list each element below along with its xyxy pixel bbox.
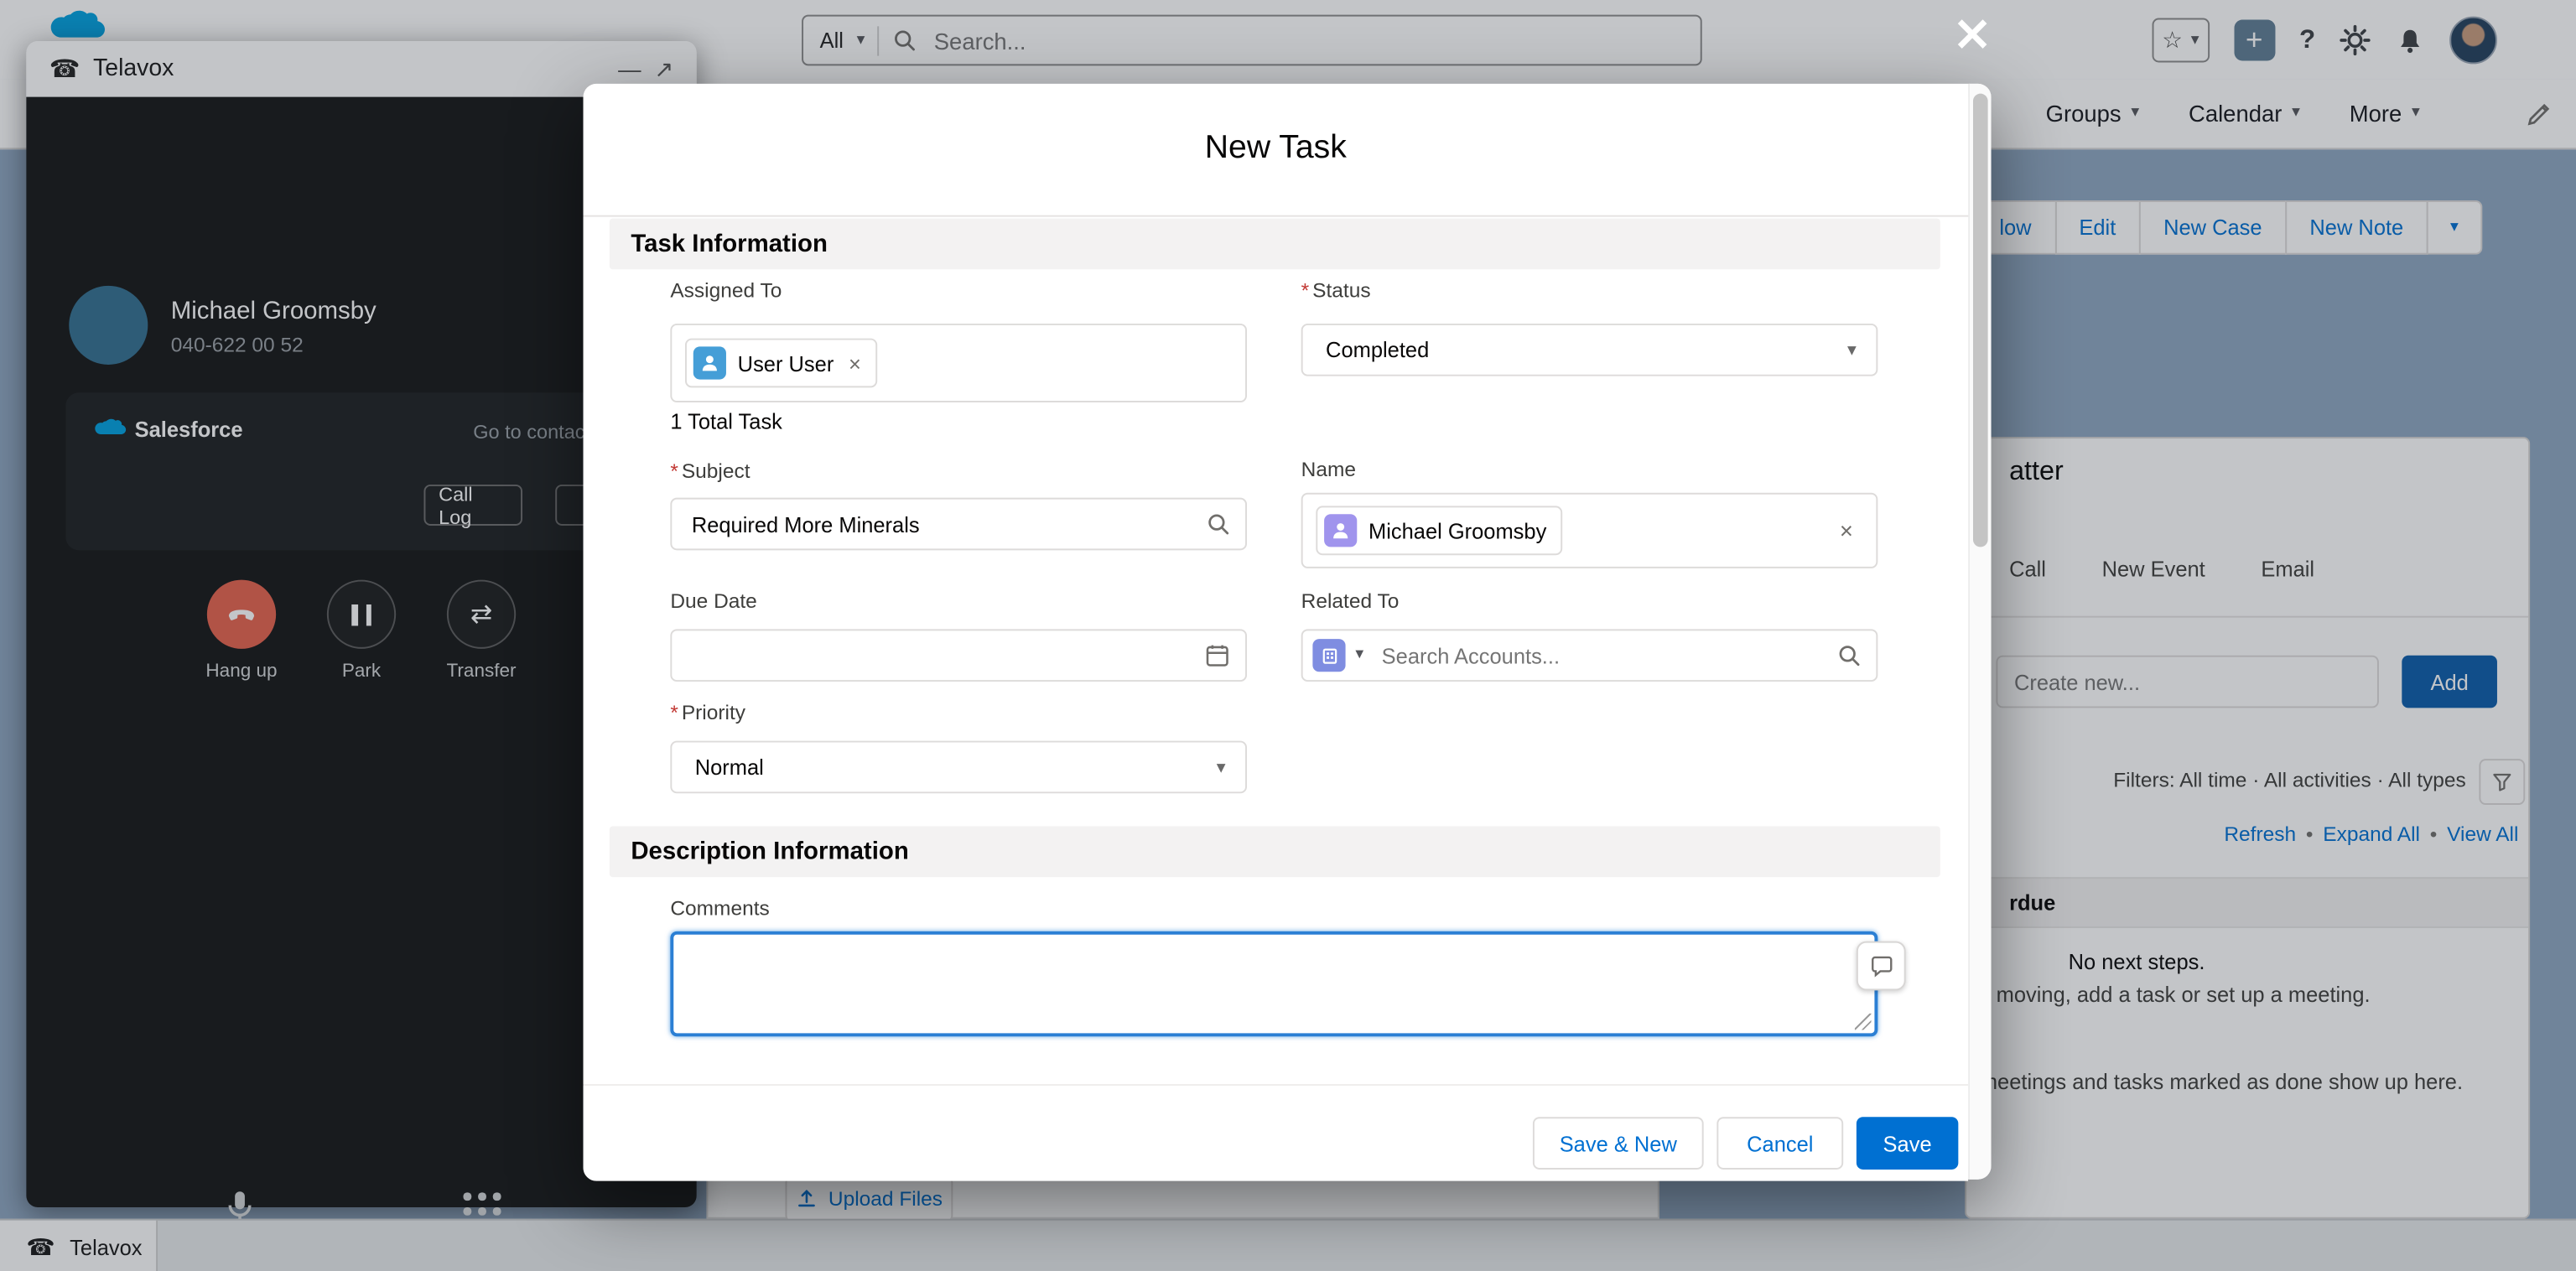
due-date-label: Due Date bbox=[670, 589, 756, 612]
chevron-down-icon: ▾ bbox=[1847, 340, 1857, 361]
assigned-to-field[interactable]: User User × bbox=[670, 324, 1247, 402]
speech-bubble-icon bbox=[1869, 953, 1893, 978]
save-button[interactable]: Save bbox=[1857, 1117, 1958, 1170]
modal-scrollbar[interactable] bbox=[1968, 84, 1991, 1180]
new-task-modal: New Task Task Information Assigned To Us… bbox=[584, 84, 1992, 1180]
save-label: Save bbox=[1883, 1131, 1932, 1155]
subject-lookup-icon[interactable] bbox=[1206, 511, 1230, 536]
calendar-icon[interactable] bbox=[1204, 642, 1230, 668]
contact-icon bbox=[1324, 514, 1357, 547]
salesforce-app: All ▾ ☆ ▾ + ? bbox=[0, 0, 2576, 1271]
modal-footer: Save & New Cancel Save bbox=[584, 1084, 1969, 1181]
related-to-search-icon[interactable] bbox=[1836, 643, 1861, 667]
related-to-label: Related To bbox=[1301, 589, 1400, 612]
name-label: Name bbox=[1301, 459, 1356, 481]
modal-close-button[interactable]: × bbox=[1952, 10, 1993, 60]
resize-handle[interactable] bbox=[1855, 1014, 1872, 1030]
status-value: Completed bbox=[1326, 338, 1429, 362]
task-information-section-header: Task Information bbox=[610, 219, 1940, 270]
remove-pill-icon[interactable]: × bbox=[849, 350, 861, 375]
section-label: Description Information bbox=[631, 838, 908, 865]
name-pill-label: Michael Groomsby bbox=[1368, 518, 1546, 542]
priority-value: Normal bbox=[695, 755, 764, 779]
modal-title: New Task bbox=[584, 130, 1969, 168]
subject-field[interactable] bbox=[670, 498, 1247, 551]
assigned-to-pill[interactable]: User User × bbox=[685, 339, 877, 388]
save-and-new-button[interactable]: Save & New bbox=[1533, 1117, 1704, 1170]
comments-label: Comments bbox=[670, 897, 769, 920]
status-select[interactable]: Completed ▾ bbox=[1301, 324, 1878, 376]
section-label: Task Information bbox=[631, 230, 828, 257]
required-asterisk: * bbox=[670, 702, 678, 724]
subject-label: *Subject bbox=[670, 460, 750, 483]
clear-name-icon[interactable]: × bbox=[1840, 517, 1853, 543]
priority-label: *Priority bbox=[670, 702, 745, 724]
chevron-down-icon: ▾ bbox=[1217, 756, 1226, 777]
name-field[interactable]: Michael Groomsby × bbox=[1301, 493, 1878, 568]
status-label: *Status bbox=[1301, 279, 1371, 302]
due-date-input[interactable] bbox=[672, 630, 1245, 680]
assigned-to-label: Assigned To bbox=[670, 279, 782, 302]
name-pill[interactable]: Michael Groomsby bbox=[1316, 506, 1563, 555]
due-date-field[interactable] bbox=[670, 629, 1247, 682]
modal-header-divider bbox=[584, 215, 1992, 217]
assigned-to-pill-label: User User bbox=[738, 350, 834, 375]
object-switcher-chevron-icon[interactable]: ▾ bbox=[1355, 647, 1363, 664]
required-asterisk: * bbox=[670, 460, 678, 483]
user-icon bbox=[693, 346, 726, 379]
total-task-count: 1 Total Task bbox=[670, 409, 782, 433]
required-asterisk: * bbox=[1301, 279, 1310, 302]
related-to-field[interactable]: ▾ bbox=[1301, 629, 1878, 682]
cancel-label: Cancel bbox=[1747, 1131, 1813, 1155]
comments-textarea[interactable] bbox=[670, 931, 1877, 1036]
account-icon[interactable] bbox=[1312, 639, 1345, 672]
subject-input[interactable] bbox=[672, 500, 1245, 549]
related-to-input[interactable] bbox=[1303, 630, 1877, 680]
priority-select[interactable]: Normal ▾ bbox=[670, 741, 1247, 794]
description-information-section-header: Description Information bbox=[610, 826, 1940, 877]
save-and-new-label: Save & New bbox=[1560, 1131, 1677, 1155]
insert-text-macro-button[interactable] bbox=[1857, 942, 1906, 991]
screenshot-root: All ▾ ☆ ▾ + ? bbox=[0, 0, 2576, 1271]
scrollbar-thumb[interactable] bbox=[1973, 94, 1988, 547]
cancel-button[interactable]: Cancel bbox=[1716, 1117, 1843, 1170]
